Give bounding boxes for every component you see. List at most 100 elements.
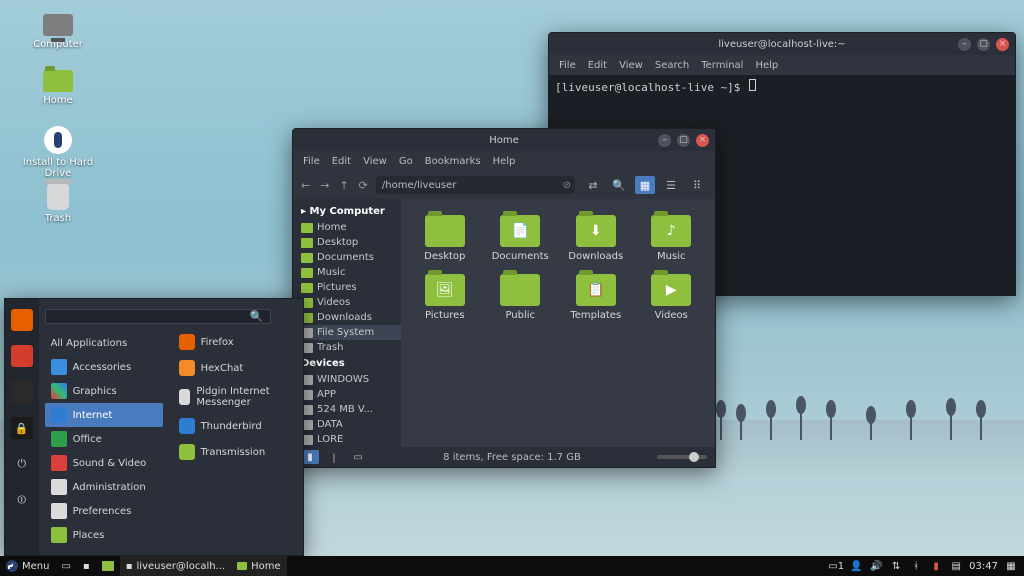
rail-logout-icon[interactable]: ⏻: [11, 453, 33, 475]
menu-file[interactable]: File: [559, 60, 576, 71]
user-icon[interactable]: 👤: [849, 559, 863, 573]
appmenu-search-input[interactable]: [52, 311, 250, 322]
app-transmission[interactable]: Transmission: [175, 441, 297, 463]
sidebar-tree-button[interactable]: ⼁: [325, 450, 343, 464]
folder-templates[interactable]: 📋Templates: [560, 274, 632, 321]
menu-help[interactable]: Help: [755, 60, 778, 71]
app-pidgin-internet-messenger[interactable]: Pidgin Internet Messenger: [175, 383, 297, 411]
category-graphics[interactable]: Graphics: [45, 379, 163, 403]
app-hexchat[interactable]: HexChat: [175, 357, 297, 379]
sidebar-device-data[interactable]: DATA: [297, 417, 401, 432]
panel-clock[interactable]: 03:47: [969, 561, 998, 572]
menu-search[interactable]: Search: [655, 60, 689, 71]
category-places[interactable]: Places: [45, 523, 163, 547]
view-compact-button[interactable]: ⠿: [687, 176, 707, 194]
appmenu-search[interactable]: 🔍: [45, 309, 271, 324]
app-firefox[interactable]: Firefox: [175, 331, 297, 353]
panel-task-filemanager[interactable]: Home: [231, 556, 287, 576]
zoom-slider[interactable]: [657, 455, 707, 459]
folder-documents[interactable]: 📄Documents: [485, 215, 557, 262]
nav-forward-button[interactable]: →: [320, 179, 329, 192]
sidebar-item-pictures[interactable]: Pictures: [297, 280, 401, 295]
terminal-titlebar[interactable]: liveuser@localhost-live:~ – ▢ ×: [549, 33, 1015, 55]
panel-menu-button[interactable]: Menu: [0, 556, 55, 576]
file-manager-window[interactable]: Home – ▢ × File Edit View Go Bookmarks H…: [292, 128, 716, 468]
menu-go[interactable]: Go: [399, 156, 413, 167]
desktop-icon-home[interactable]: Home: [18, 70, 98, 106]
panel-launcher-files[interactable]: [96, 556, 120, 576]
cat-all[interactable]: All Applications: [45, 334, 163, 353]
bluetooth-icon[interactable]: ᚼ: [909, 559, 923, 573]
sidebar-item-file-system[interactable]: File System: [297, 325, 401, 340]
sidebar-device-app[interactable]: APP: [297, 387, 401, 402]
menu-terminal[interactable]: Terminal: [701, 60, 743, 71]
menu-bookmarks[interactable]: Bookmarks: [425, 156, 481, 167]
rail-terminal-icon[interactable]: [11, 381, 33, 403]
minimize-button[interactable]: –: [658, 134, 671, 147]
rail-files-icon[interactable]: [11, 345, 33, 367]
sidebar-hide-button[interactable]: ▭: [349, 450, 367, 464]
category-accessories[interactable]: Accessories: [45, 355, 163, 379]
desktop-icon-trash[interactable]: Trash: [18, 184, 98, 224]
view-list-button[interactable]: ☰: [661, 176, 681, 194]
sidebar-item-documents[interactable]: Documents: [297, 250, 401, 265]
sidebar-item-music[interactable]: Music: [297, 265, 401, 280]
folder-desktop[interactable]: Desktop: [409, 215, 481, 262]
panel-show-desktop-button[interactable]: ▭: [55, 556, 76, 576]
nav-up-button[interactable]: ↑: [339, 179, 348, 192]
close-button[interactable]: ×: [696, 134, 709, 147]
sidebar-item-home[interactable]: Home: [297, 220, 401, 235]
workspace-indicator[interactable]: ▭1: [829, 559, 843, 573]
menu-edit[interactable]: Edit: [588, 60, 607, 71]
path-clear-icon[interactable]: ⊘: [563, 180, 571, 191]
menu-help[interactable]: Help: [493, 156, 516, 167]
calendar-icon[interactable]: ▦: [1004, 559, 1018, 573]
desktop-icon-computer[interactable]: Computer: [18, 14, 98, 50]
application-menu[interactable]: 🔒 ⏻ ⏼ 🔍 All Applications AccessoriesGrap…: [4, 298, 304, 556]
folder-videos[interactable]: ▶Videos: [636, 274, 708, 321]
rail-lock-icon[interactable]: 🔒: [11, 417, 33, 439]
folder-downloads[interactable]: ⬇Downloads: [560, 215, 632, 262]
rail-firefox-icon[interactable]: [11, 309, 33, 331]
panel-launcher-terminal[interactable]: ▪: [77, 556, 96, 576]
fm-path-bar[interactable]: /home/liveuser ⊘: [376, 176, 575, 194]
notification-icon[interactable]: ▤: [949, 559, 963, 573]
category-preferences[interactable]: Preferences: [45, 499, 163, 523]
panel[interactable]: Menu ▭ ▪ ▪ liveuser@localh... Home ▭1 👤 …: [0, 556, 1024, 576]
battery-icon[interactable]: ▮: [929, 559, 943, 573]
category-internet[interactable]: Internet: [45, 403, 163, 427]
menu-file[interactable]: File: [303, 156, 320, 167]
close-button[interactable]: ×: [996, 38, 1009, 51]
sidebar-device-windows[interactable]: WINDOWS: [297, 372, 401, 387]
folder-pictures[interactable]: 🖼Pictures: [409, 274, 481, 321]
rail-shutdown-icon[interactable]: ⏼: [11, 489, 33, 511]
desktop-icon-install[interactable]: Install to Hard Drive: [10, 126, 106, 179]
sidebar-device-524-mb-v-[interactable]: 524 MB V...: [297, 402, 401, 417]
fm-main-area[interactable]: Desktop📄Documents⬇Downloads♪Music 🖼Pictur…: [401, 199, 715, 447]
minimize-button[interactable]: –: [958, 38, 971, 51]
nav-reload-button[interactable]: ⟳: [359, 179, 368, 192]
nav-back-button[interactable]: ←: [301, 179, 310, 192]
toggle-path-button[interactable]: ⇄: [583, 176, 603, 194]
menu-edit[interactable]: Edit: [332, 156, 351, 167]
maximize-button[interactable]: ▢: [977, 38, 990, 51]
search-button[interactable]: 🔍: [609, 176, 629, 194]
category-office[interactable]: Office: [45, 427, 163, 451]
app-thunderbird[interactable]: Thunderbird: [175, 415, 297, 437]
fm-sidebar[interactable]: ▸ My Computer HomeDesktopDocumentsMusicP…: [293, 199, 401, 447]
volume-icon[interactable]: 🔊: [869, 559, 883, 573]
network-icon[interactable]: ⇅: [889, 559, 903, 573]
menu-view[interactable]: View: [363, 156, 387, 167]
sidebar-item-trash[interactable]: Trash: [297, 340, 401, 355]
sidebar-item-desktop[interactable]: Desktop: [297, 235, 401, 250]
panel-task-terminal[interactable]: ▪ liveuser@localh...: [120, 556, 231, 576]
category-administration[interactable]: Administration: [45, 475, 163, 499]
desktop[interactable]: Computer Home Install to Hard Drive Tras…: [0, 0, 1024, 576]
sidebar-device-lore[interactable]: LORE: [297, 432, 401, 447]
sidebar-item-videos[interactable]: Videos: [297, 295, 401, 310]
folder-public[interactable]: Public: [485, 274, 557, 321]
category-sound-video[interactable]: Sound & Video: [45, 451, 163, 475]
folder-music[interactable]: ♪Music: [636, 215, 708, 262]
fm-titlebar[interactable]: Home – ▢ ×: [293, 129, 715, 151]
menu-view[interactable]: View: [619, 60, 643, 71]
